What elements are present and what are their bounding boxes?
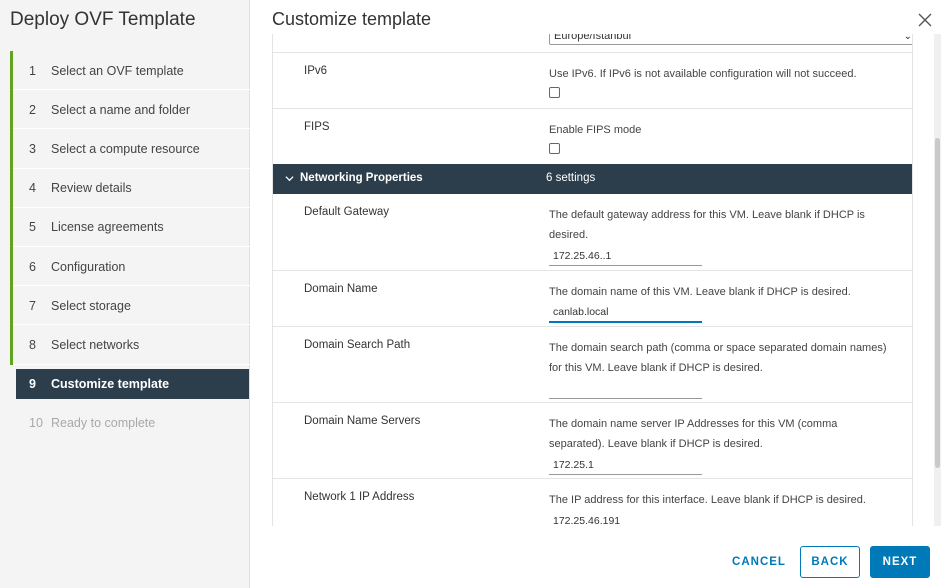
step-number: 4	[29, 181, 36, 196]
step-label: Select a compute resource	[51, 141, 200, 156]
domain-name-servers-row: Domain Name Servers The domain name serv…	[273, 402, 912, 478]
domain-name-row: Domain Name The domain name of this VM. …	[273, 270, 912, 326]
ipv6-checkbox[interactable]	[549, 87, 560, 98]
network-ip-address-row: Network 1 IP Address The IP address for …	[273, 478, 912, 526]
step-label: Select networks	[51, 337, 140, 352]
step-ready-to-complete: 10 Ready to complete	[10, 404, 250, 443]
step-number: 9	[29, 377, 36, 392]
network-ip-address-label: Network 1 IP Address	[304, 491, 415, 503]
step-label: License agreements	[51, 220, 164, 235]
step-label: Select storage	[51, 298, 131, 313]
chevron-down-icon	[285, 175, 294, 181]
fips-checkbox[interactable]	[549, 143, 560, 154]
step-number: 10	[29, 416, 43, 431]
step-number: 1	[29, 63, 36, 78]
domain-search-path-input[interactable]	[549, 379, 702, 399]
section-count: 6 settings	[546, 172, 596, 184]
fips-row: FIPS Enable FIPS mode	[273, 108, 912, 164]
step-select-compute-resource[interactable]: 3 Select a compute resource	[10, 129, 250, 169]
step-number: 2	[29, 102, 36, 117]
next-button[interactable]: NEXT	[870, 546, 930, 578]
default-gateway-row: Default Gateway The default gateway addr…	[273, 194, 912, 270]
domain-name-input[interactable]	[549, 303, 702, 323]
page-title: Customize template	[272, 9, 432, 29]
section-title: Networking Properties	[300, 172, 423, 184]
step-select-networks[interactable]: 8 Select networks	[10, 325, 250, 365]
ipv6-description: Use IPv6. If IPv6 is not available confi…	[549, 68, 857, 80]
step-number: 7	[29, 298, 36, 313]
step-label: Select a name and folder	[51, 102, 190, 117]
step-configuration[interactable]: 6 Configuration	[10, 246, 250, 287]
timezone-value: Europe/Istanbul	[554, 34, 632, 42]
default-gateway-input[interactable]	[549, 246, 702, 266]
step-number: 6	[29, 259, 36, 274]
domain-search-path-description: The domain search path (comma or space s…	[549, 342, 887, 374]
step-number: 5	[29, 220, 36, 235]
domain-name-servers-input[interactable]	[549, 455, 702, 475]
domain-name-description: The domain name of this VM. Leave blank …	[549, 286, 851, 298]
step-select-storage[interactable]: 7 Select storage	[10, 286, 250, 326]
close-icon[interactable]	[917, 12, 933, 28]
default-gateway-label: Default Gateway	[304, 206, 390, 218]
default-gateway-description: The default gateway address for this VM.…	[549, 209, 865, 241]
step-review-details[interactable]: 4 Review details	[10, 168, 250, 208]
wizard-steps: 1 Select an OVF template 2 Select a name a…	[10, 51, 250, 443]
step-number: 3	[29, 141, 36, 156]
network-ip-address-description: The IP address for this interface. Leave…	[549, 494, 866, 506]
domain-name-servers-description: The domain name server IP Addresses for …	[549, 418, 838, 450]
step-select-ovf-template[interactable]: 1 Select an OVF template	[10, 51, 250, 91]
wizard-title: Deploy OVF Template	[10, 9, 196, 30]
ipv6-label: IPv6	[304, 65, 328, 77]
wizard-sidebar: Deploy OVF Template 1 Select an OVF templ…	[0, 0, 250, 588]
step-label: Customize template	[51, 377, 170, 392]
fips-label: FIPS	[304, 121, 330, 133]
fips-description: Enable FIPS mode	[549, 124, 642, 136]
scrollbar-thumb[interactable]	[935, 138, 940, 468]
cancel-button[interactable]: CANCEL	[728, 546, 790, 578]
network-ip-address-input[interactable]	[549, 511, 702, 526]
step-select-name-folder[interactable]: 2 Select a name and folder	[10, 90, 250, 130]
step-label: Ready to complete	[51, 416, 156, 431]
domain-name-servers-label: Domain Name Servers	[304, 415, 421, 427]
chevron-down-icon: ⌄	[903, 34, 912, 42]
domain-name-label: Domain Name	[304, 283, 378, 295]
step-customize-template[interactable]: 9 Customize template	[16, 369, 249, 400]
step-license-agreements[interactable]: 5 License agreements	[10, 207, 250, 248]
timezone-select[interactable]: Europe/Istanbul ⌄	[549, 34, 912, 45]
step-label: Select an OVF template	[51, 63, 184, 78]
step-number: 8	[29, 337, 36, 352]
domain-search-path-label: Domain Search Path	[304, 339, 411, 351]
back-button[interactable]: BACK	[800, 546, 860, 578]
ipv6-row: IPv6 Use IPv6. If IPv6 is not available …	[273, 52, 912, 108]
networking-properties-header[interactable]: Networking Properties 6 settings	[273, 164, 912, 194]
content-scrollbar[interactable]	[934, 34, 941, 526]
step-label: Review details	[51, 181, 132, 196]
domain-search-path-row: Domain Search Path The domain search pat…	[273, 326, 912, 402]
step-label: Configuration	[51, 259, 126, 274]
template-properties[interactable]: Europe/Istanbul ⌄ IPv6 Use IPv6. If IPv6…	[272, 34, 913, 526]
